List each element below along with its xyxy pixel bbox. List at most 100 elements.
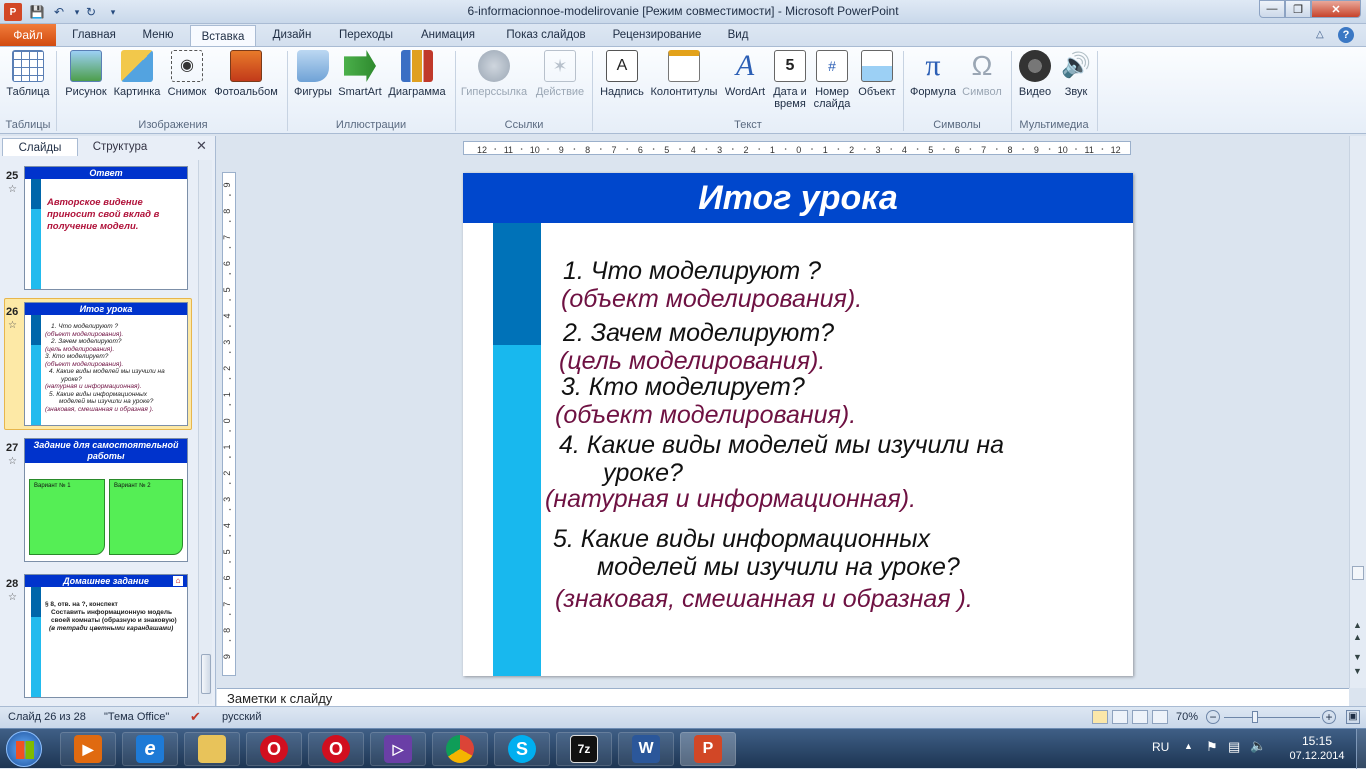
taskbar-skype[interactable]: S (494, 732, 550, 766)
clock-time[interactable]: 15:15 (1292, 734, 1342, 748)
table-button[interactable]: Таблица (4, 50, 52, 118)
slide-answer-1[interactable]: (объект моделирования). (561, 285, 862, 314)
slide-thumbnail-28[interactable]: Домашнее задание ⌂ § 8, отв. на ?, консп… (24, 574, 188, 698)
symbol-button[interactable]: Ω Символ (960, 50, 1004, 118)
network-icon[interactable]: ▤ (1228, 739, 1240, 755)
tab-outline[interactable]: Структура (80, 138, 160, 156)
ruler-tick-mark (229, 561, 231, 563)
start-button[interactable] (6, 731, 42, 767)
zoom-level[interactable]: 70% (1176, 711, 1198, 723)
minimize-button[interactable]: — (1259, 0, 1285, 18)
hyperlink-button[interactable]: Гиперссылка (458, 50, 530, 118)
reading-view-icon[interactable] (1132, 710, 1148, 724)
wordart-button[interactable]: A WordArt (720, 50, 770, 118)
formula-button[interactable]: π Формула (906, 50, 960, 118)
taskbar-7zip[interactable]: 7z (556, 732, 612, 766)
scroll-up-icon[interactable]: ▲ (1353, 620, 1362, 630)
file-tab[interactable]: Файл (0, 24, 56, 46)
next-slide-icon[interactable]: ▼ (1353, 652, 1362, 662)
slide-canvas[interactable]: Итог урока 1. Что моделируют ? (объект м… (463, 173, 1133, 676)
close-button[interactable]: ✕ (1311, 0, 1361, 18)
slide-scrollbar[interactable]: ▲ ▲ ▼ ▼ (1349, 136, 1366, 688)
slide-thumbnail-27[interactable]: Задание для самостоятельной работы Вариа… (24, 438, 188, 562)
slide-question-4-cont[interactable]: уроке? (603, 459, 683, 488)
slideshow-icon[interactable] (1152, 710, 1168, 724)
picture-button[interactable]: Рисунок (62, 50, 110, 118)
previous-slide-icon[interactable]: ▲ (1353, 632, 1362, 642)
tab-insert[interactable]: Вставка (190, 25, 256, 47)
spellcheck-icon[interactable]: ✔ (190, 709, 201, 725)
header-footer-button[interactable]: Колонтитулы (648, 50, 720, 118)
taskbar-opera-1[interactable]: O (246, 732, 302, 766)
panel-scrollbar[interactable] (198, 160, 212, 704)
slide-question-5-cont[interactable]: моделей мы изучили на уроке? (597, 553, 960, 582)
tab-view[interactable]: Вид (718, 24, 758, 46)
taskbar-opera-2[interactable]: O (308, 732, 364, 766)
tab-design[interactable]: Дизайн (262, 24, 322, 46)
slide-answer-5[interactable]: (знаковая, смешанная и образная ). (555, 585, 973, 614)
slide-question-5[interactable]: 5. Какие виды информационных (553, 525, 930, 554)
show-desktop-button[interactable] (1356, 729, 1366, 769)
taskbar-chrome[interactable] (432, 732, 488, 766)
slide-thumbnail-25[interactable]: Ответ Авторское видение приносит свой вк… (24, 166, 188, 290)
taskbar-internet-explorer[interactable]: e (122, 732, 178, 766)
photo-album-button[interactable]: Фотоальбом (210, 50, 282, 118)
input-language[interactable]: RU (1152, 740, 1169, 754)
zoom-in-icon[interactable]: + (1322, 710, 1336, 724)
action-center-icon[interactable]: ⚑ (1206, 739, 1218, 755)
maximize-button[interactable]: ❐ (1285, 0, 1311, 18)
shapes-button[interactable]: Фигуры (290, 50, 336, 118)
slide-number-button[interactable]: # Номер слайда (810, 50, 854, 118)
collapse-ribbon-icon[interactable]: △ (1316, 29, 1324, 40)
tab-slideshow[interactable]: Показ слайдов (494, 24, 598, 46)
taskbar-visual-studio[interactable]: ▷ (370, 732, 426, 766)
sound-button[interactable]: 🔊 Звук (1056, 50, 1096, 118)
date-time-button[interactable]: 5 Дата и время (770, 50, 810, 118)
textbox-button[interactable]: A Надпись (596, 50, 648, 118)
taskbar-word[interactable]: W (618, 732, 674, 766)
tab-menu[interactable]: Меню (130, 24, 186, 46)
video-button[interactable]: Видео (1014, 50, 1056, 118)
clipart-button[interactable]: Картинка (110, 50, 164, 118)
close-panel-icon[interactable]: ✕ (196, 138, 207, 154)
scroll-thumb[interactable] (1352, 566, 1364, 580)
panel-scroll-thumb[interactable] (201, 654, 211, 694)
slide-answer-2[interactable]: (цель моделирования). (559, 347, 825, 376)
normal-view-icon[interactable] (1092, 710, 1108, 724)
slide-title[interactable]: Итог урока (463, 173, 1133, 223)
zoom-out-icon[interactable]: − (1206, 710, 1220, 724)
object-button[interactable]: Объект (854, 50, 900, 118)
action-button[interactable]: ✶ Действие (532, 50, 588, 118)
slide-question-4[interactable]: 4. Какие виды моделей мы изучили на (559, 431, 1004, 460)
screenshot-button[interactable]: ◉ Снимок (164, 50, 210, 118)
slide-answer-3[interactable]: (объект моделирования). (555, 401, 856, 430)
volume-icon[interactable]: 🔈 (1250, 738, 1266, 754)
ruler-tick-label: 8 (223, 628, 232, 633)
notes-pane[interactable]: Заметки к слайду (217, 688, 1349, 706)
theme-name[interactable]: "Тема Office" (104, 711, 169, 723)
tab-review[interactable]: Рецензирование (604, 24, 710, 46)
clock-date[interactable]: 07.12.2014 (1284, 750, 1350, 762)
slide-thumbnail-26[interactable]: Итог урока 1. Что моделируют ? (объект м… (24, 302, 188, 426)
smartart-button[interactable]: SmartArt (336, 50, 384, 118)
slide-question-3[interactable]: 3. Кто моделирует? (561, 373, 805, 402)
zoom-slider-thumb[interactable] (1252, 711, 1258, 723)
tab-transitions[interactable]: Переходы (330, 24, 402, 46)
show-hidden-icons[interactable]: ▲ (1184, 741, 1193, 751)
taskbar-media-player[interactable]: ▶ (60, 732, 116, 766)
language-indicator[interactable]: русский (222, 711, 261, 723)
slide-answer-4[interactable]: (натурная и информационная). (545, 485, 916, 514)
help-icon[interactable]: ? (1338, 27, 1354, 43)
slide-question-2[interactable]: 2. Зачем моделируют? (563, 319, 834, 348)
taskbar-explorer[interactable] (184, 732, 240, 766)
slide-sorter-icon[interactable] (1112, 710, 1128, 724)
slide-question-1[interactable]: 1. Что моделируют ? (563, 257, 821, 286)
taskbar-powerpoint[interactable]: P (680, 732, 736, 766)
scroll-down-icon[interactable]: ▼ (1353, 666, 1362, 676)
tab-slides[interactable]: Слайды (2, 138, 78, 156)
zoom-slider-track[interactable] (1224, 717, 1320, 718)
tab-animation[interactable]: Анимация (410, 24, 486, 46)
fit-slide-icon[interactable]: ▣ (1346, 710, 1360, 724)
tab-home[interactable]: Главная (64, 24, 124, 46)
chart-button[interactable]: Диаграмма (384, 50, 450, 118)
